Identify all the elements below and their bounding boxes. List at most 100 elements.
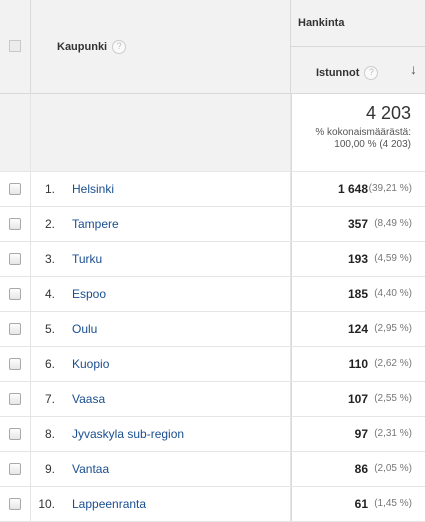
- summary-label-cell: [31, 94, 291, 171]
- sessions-cell: 193 (4,59 %): [291, 242, 425, 276]
- sessions-percent: (8,49 %): [374, 218, 412, 229]
- city-cell: 4. Espoo: [31, 277, 291, 311]
- sessions-percent: (4,59 %): [374, 253, 412, 264]
- dimension-header[interactable]: Kaupunki?: [31, 0, 291, 93]
- row-select-cell: [0, 417, 31, 451]
- city-link[interactable]: Espoo: [72, 287, 106, 301]
- sessions-percent: (2,55 %): [374, 393, 412, 404]
- row-index: 6.: [44, 357, 55, 371]
- row-checkbox[interactable]: [9, 183, 21, 195]
- table-row: 6. Kuopio 110 (2,62 %): [0, 347, 425, 382]
- city-cell: 1. Helsinki: [31, 172, 291, 206]
- row-index: 5.: [44, 322, 55, 336]
- summary-blank-cell: [0, 94, 31, 171]
- sessions-cell: 124 (2,95 %): [291, 312, 425, 346]
- row-checkbox[interactable]: [9, 463, 21, 475]
- sessions-value: 193: [347, 252, 368, 266]
- row-select-cell: [0, 382, 31, 416]
- row-index: 4.: [44, 287, 55, 301]
- table-row: 8. Jyvaskyla sub-region 97 (2,31 %): [0, 417, 425, 452]
- summary-metric-cell: 4 203 % kokonaismäärästä: 100,00 % (4 20…: [291, 94, 425, 171]
- city-cell: 10. Lappeenranta: [31, 487, 291, 521]
- city-link[interactable]: Vaasa: [72, 392, 105, 406]
- sessions-cell: 110 (2,62 %): [291, 347, 425, 381]
- sessions-percent: (2,31 %): [374, 428, 412, 439]
- city-link[interactable]: Helsinki: [72, 182, 114, 196]
- sessions-value: 1 648: [337, 182, 368, 196]
- table-row: 10. Lappeenranta 61 (1,45 %): [0, 487, 425, 522]
- sessions-cell: 61 (1,45 %): [291, 487, 425, 521]
- row-select-cell: [0, 347, 31, 381]
- city-link[interactable]: Vantaa: [72, 462, 109, 476]
- sessions-cell: 1 648 (39,21 %): [291, 172, 425, 206]
- row-index: 7.: [44, 392, 55, 406]
- row-checkbox[interactable]: [9, 498, 21, 510]
- city-cell: 7. Vaasa: [31, 382, 291, 416]
- sessions-label: Istunnot: [316, 66, 360, 79]
- row-index: 1.: [44, 182, 55, 196]
- table-row: 3. Turku 193 (4,59 %): [0, 242, 425, 277]
- row-checkbox[interactable]: [9, 253, 21, 265]
- sessions-percent: (2,05 %): [374, 463, 412, 474]
- sessions-cell: 107 (2,55 %): [291, 382, 425, 416]
- row-checkbox[interactable]: [9, 323, 21, 335]
- table-row: 2. Tampere 357 (8,49 %): [0, 207, 425, 242]
- sessions-percent: (2,95 %): [374, 323, 412, 334]
- row-select-cell: [0, 172, 31, 206]
- help-icon[interactable]: ?: [364, 66, 379, 80]
- city-link[interactable]: Kuopio: [72, 357, 109, 371]
- sessions-value: 86: [354, 462, 368, 476]
- city-cell: 2. Tampere: [31, 207, 291, 241]
- table-row: 7. Vaasa 107 (2,55 %): [0, 382, 425, 417]
- sessions-value: 124: [347, 322, 368, 336]
- help-icon[interactable]: ?: [112, 40, 127, 54]
- city-link[interactable]: Lappeenranta: [72, 497, 146, 511]
- analytics-table: Kaupunki? Hankinta Istunnot? ↓ 4 203 % k…: [0, 0, 425, 522]
- row-index: 9.: [44, 462, 55, 476]
- row-select-cell: [0, 242, 31, 276]
- row-index: 2.: [44, 217, 55, 231]
- total-percent-label: % kokonaismäärästä:: [315, 127, 411, 138]
- row-checkbox[interactable]: [9, 218, 21, 230]
- row-checkbox[interactable]: [9, 358, 21, 370]
- sessions-cell: 97 (2,31 %): [291, 417, 425, 451]
- city-cell: 3. Turku: [31, 242, 291, 276]
- sessions-value: 107: [347, 392, 368, 406]
- sessions-value: 110: [348, 357, 368, 371]
- city-link[interactable]: Oulu: [72, 322, 97, 336]
- sessions-value: 97: [354, 427, 368, 441]
- metric-header: Hankinta Istunnot? ↓: [291, 0, 425, 93]
- table-row: 5. Oulu 124 (2,95 %): [0, 312, 425, 347]
- dimension-header-label: Kaupunki?: [57, 40, 127, 54]
- row-checkbox[interactable]: [9, 428, 21, 440]
- city-cell: 9. Vantaa: [31, 452, 291, 486]
- select-all-cell: [0, 0, 31, 93]
- table-row: 1. Helsinki 1 648 (39,21 %): [0, 172, 425, 207]
- row-index: 8.: [44, 427, 55, 441]
- sort-descending-icon[interactable]: ↓: [410, 61, 417, 77]
- sessions-percent: (2,62 %): [374, 358, 412, 369]
- city-link[interactable]: Jyvaskyla sub-region: [72, 427, 184, 441]
- summary-row: 4 203 % kokonaismäärästä: 100,00 % (4 20…: [0, 94, 425, 172]
- table-row: 9. Vantaa 86 (2,05 %): [0, 452, 425, 487]
- row-index: 3.: [44, 252, 55, 266]
- row-checkbox[interactable]: [9, 288, 21, 300]
- group-header: Hankinta: [291, 0, 425, 47]
- sessions-cell: 185 (4,40 %): [291, 277, 425, 311]
- city-link[interactable]: Turku: [72, 252, 102, 266]
- row-select-cell: [0, 277, 31, 311]
- row-index: 10.: [38, 497, 55, 511]
- total-percent-value: 100,00 % (4 203): [334, 139, 411, 150]
- sessions-header[interactable]: Istunnot? ↓: [291, 47, 425, 93]
- row-select-cell: [0, 452, 31, 486]
- sessions-percent: (4,40 %): [374, 288, 412, 299]
- row-select-cell: [0, 487, 31, 521]
- table-row: 4. Espoo 185 (4,40 %): [0, 277, 425, 312]
- sessions-cell: 357 (8,49 %): [291, 207, 425, 241]
- city-link[interactable]: Tampere: [72, 217, 119, 231]
- sessions-value: 357: [347, 217, 368, 231]
- row-checkbox[interactable]: [9, 393, 21, 405]
- total-sessions: 4 203: [365, 103, 411, 123]
- select-all-checkbox[interactable]: [9, 40, 21, 52]
- metric-header-label: Istunnot?: [316, 66, 379, 80]
